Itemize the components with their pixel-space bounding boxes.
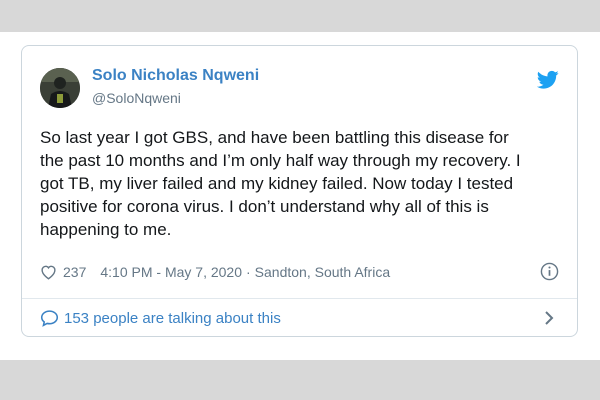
speech-bubble-icon xyxy=(40,310,59,327)
tweet-text-line: happening to me. xyxy=(40,220,172,239)
tweet-text-line: the past 10 months and I’m only half way… xyxy=(40,151,521,170)
talking-label: 153 people are talking about this xyxy=(64,309,281,327)
twitter-bird-icon[interactable] xyxy=(537,70,559,90)
meta-separator: · xyxy=(246,264,251,280)
chevron-right-icon[interactable] xyxy=(542,310,556,326)
location[interactable]: Sandton, South Africa xyxy=(255,264,390,280)
author-name[interactable]: Solo Nicholas Nqweni xyxy=(92,67,259,85)
tweet-text: So last year I got GBS, and have been ba… xyxy=(40,126,568,241)
author-handle[interactable]: @SoloNqweni xyxy=(92,90,181,106)
tweet-card[interactable]: Solo Nicholas Nqweni @SoloNqweni So last… xyxy=(21,45,578,337)
tweet-text-line: So last year I got GBS, and have been ba… xyxy=(40,128,509,147)
talking-link[interactable]: 153 people are talking about this xyxy=(40,308,281,328)
heart-icon[interactable] xyxy=(40,264,57,280)
info-icon[interactable] xyxy=(540,262,559,281)
like-count[interactable]: 237 xyxy=(63,264,86,280)
top-background-band xyxy=(0,0,600,32)
tweet-text-line: got TB, my liver failed and my kidney fa… xyxy=(40,174,514,193)
timestamp[interactable]: 4:10 PM - May 7, 2020 xyxy=(100,264,242,280)
avatar[interactable] xyxy=(40,68,80,108)
divider xyxy=(22,298,577,299)
tweet-meta: 237 4:10 PM - May 7, 2020 · Sandton, Sou… xyxy=(40,262,390,282)
bottom-background-band xyxy=(0,360,600,400)
tweet-text-line: positive for corona virus. I don’t under… xyxy=(40,197,489,216)
